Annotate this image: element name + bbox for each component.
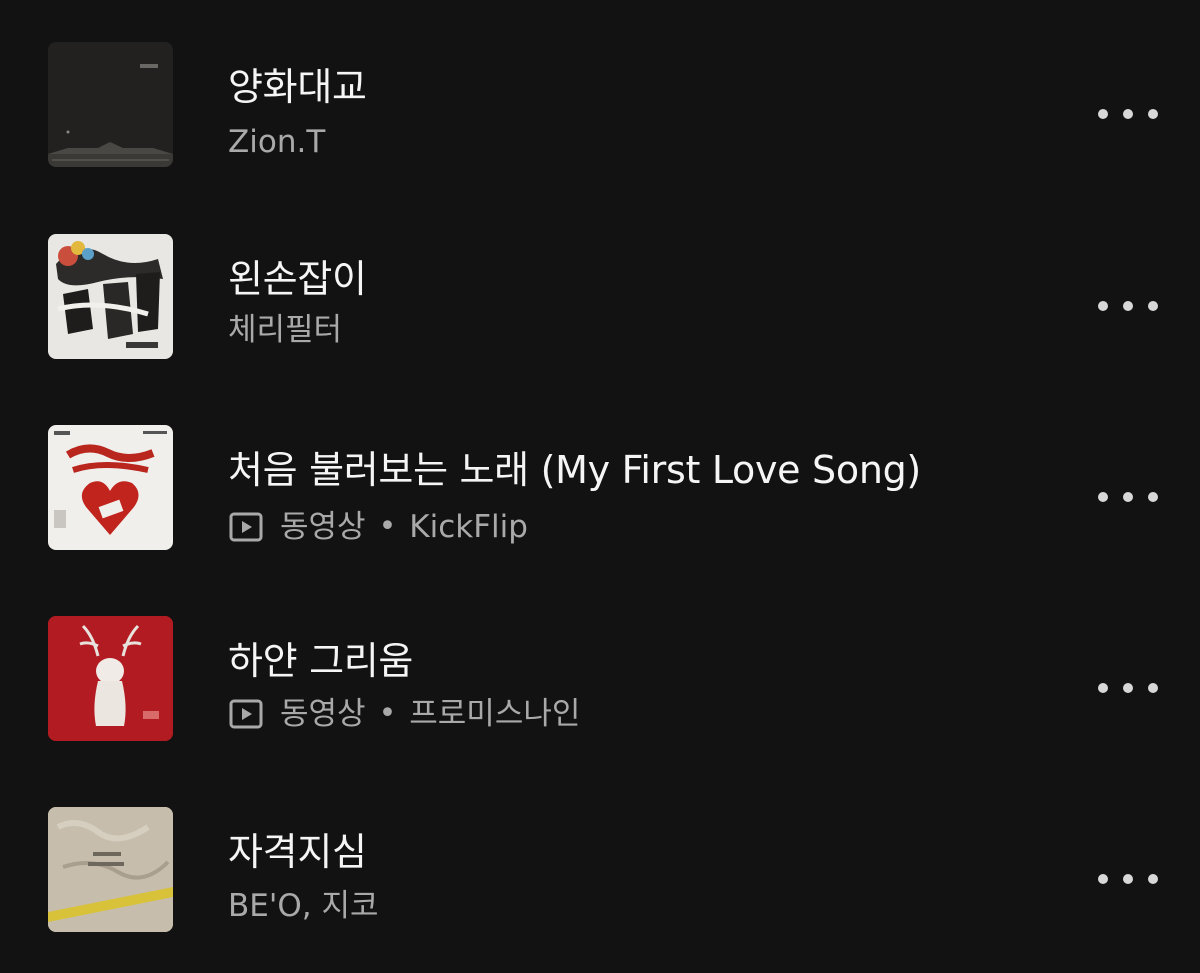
track-title: 양화대교: [228, 65, 367, 109]
track-row[interactable]: 왼손잡이 체리필터: [0, 200, 1200, 391]
track-subtitle: 동영상 • 프로미스나인: [228, 694, 580, 734]
track-artist: Zion.T: [228, 124, 326, 160]
more-options-button[interactable]: [1098, 475, 1158, 519]
more-dot: [1123, 492, 1133, 502]
track-subtitle: 동영상 • KickFlip: [228, 507, 528, 547]
track-row[interactable]: 양화대교 Zion.T: [0, 9, 1200, 200]
track-title: 자격지심: [228, 830, 367, 874]
more-dot: [1098, 301, 1108, 311]
separator-dot: •: [378, 696, 397, 731]
track-row[interactable]: 하얀 그리움 동영상 • 프로미스나인: [0, 582, 1200, 773]
album-art-thumbnail[interactable]: [48, 425, 173, 550]
track-subtitle: BE'O, 지코: [228, 886, 379, 926]
track-row[interactable]: 처음 불러보는 노래 (My First Love Song) 동영상 • Ki…: [0, 391, 1200, 582]
more-options-button[interactable]: [1098, 284, 1158, 328]
track-subtitle: Zion.T: [228, 122, 325, 162]
album-art-thumbnail[interactable]: [48, 234, 173, 359]
track-title: 하얀 그리움: [228, 639, 414, 683]
more-options-button[interactable]: [1098, 666, 1158, 710]
play-square-icon: [229, 699, 263, 729]
separator-dot: •: [378, 509, 397, 544]
more-dot: [1098, 683, 1108, 693]
more-dot: [1148, 109, 1158, 119]
play-square-icon: [229, 512, 263, 542]
track-artist: 체리필터: [228, 312, 343, 348]
more-dot: [1123, 683, 1133, 693]
track-title: 처음 불러보는 노래 (My First Love Song): [228, 448, 921, 492]
track-list: 양화대교 Zion.T 왼손잡이 체리필터 처음 불러보는 노래 (My Fir…: [0, 0, 1200, 973]
video-label: 동영상: [280, 696, 366, 732]
more-dot: [1148, 301, 1158, 311]
more-dot: [1098, 109, 1108, 119]
more-dot: [1148, 492, 1158, 502]
more-options-button[interactable]: [1098, 92, 1158, 136]
album-art-thumbnail[interactable]: [48, 807, 173, 932]
video-label: 동영상: [280, 509, 366, 545]
track-row[interactable]: 자격지심 BE'O, 지코: [0, 773, 1200, 964]
more-dot: [1148, 874, 1158, 884]
track-artist: 프로미스나인: [409, 696, 581, 732]
more-dot: [1123, 109, 1133, 119]
track-subtitle: 체리필터: [228, 310, 342, 350]
more-dot: [1098, 874, 1108, 884]
more-dot: [1123, 874, 1133, 884]
album-art-thumbnail[interactable]: [48, 42, 173, 167]
more-dot: [1098, 492, 1108, 502]
more-dot: [1148, 683, 1158, 693]
track-artist: KickFlip: [409, 509, 528, 545]
album-art-thumbnail[interactable]: [48, 616, 173, 741]
track-artist: BE'O, 지코: [228, 888, 379, 924]
more-options-button[interactable]: [1098, 857, 1158, 901]
track-title: 왼손잡이: [228, 257, 367, 301]
more-dot: [1123, 301, 1133, 311]
